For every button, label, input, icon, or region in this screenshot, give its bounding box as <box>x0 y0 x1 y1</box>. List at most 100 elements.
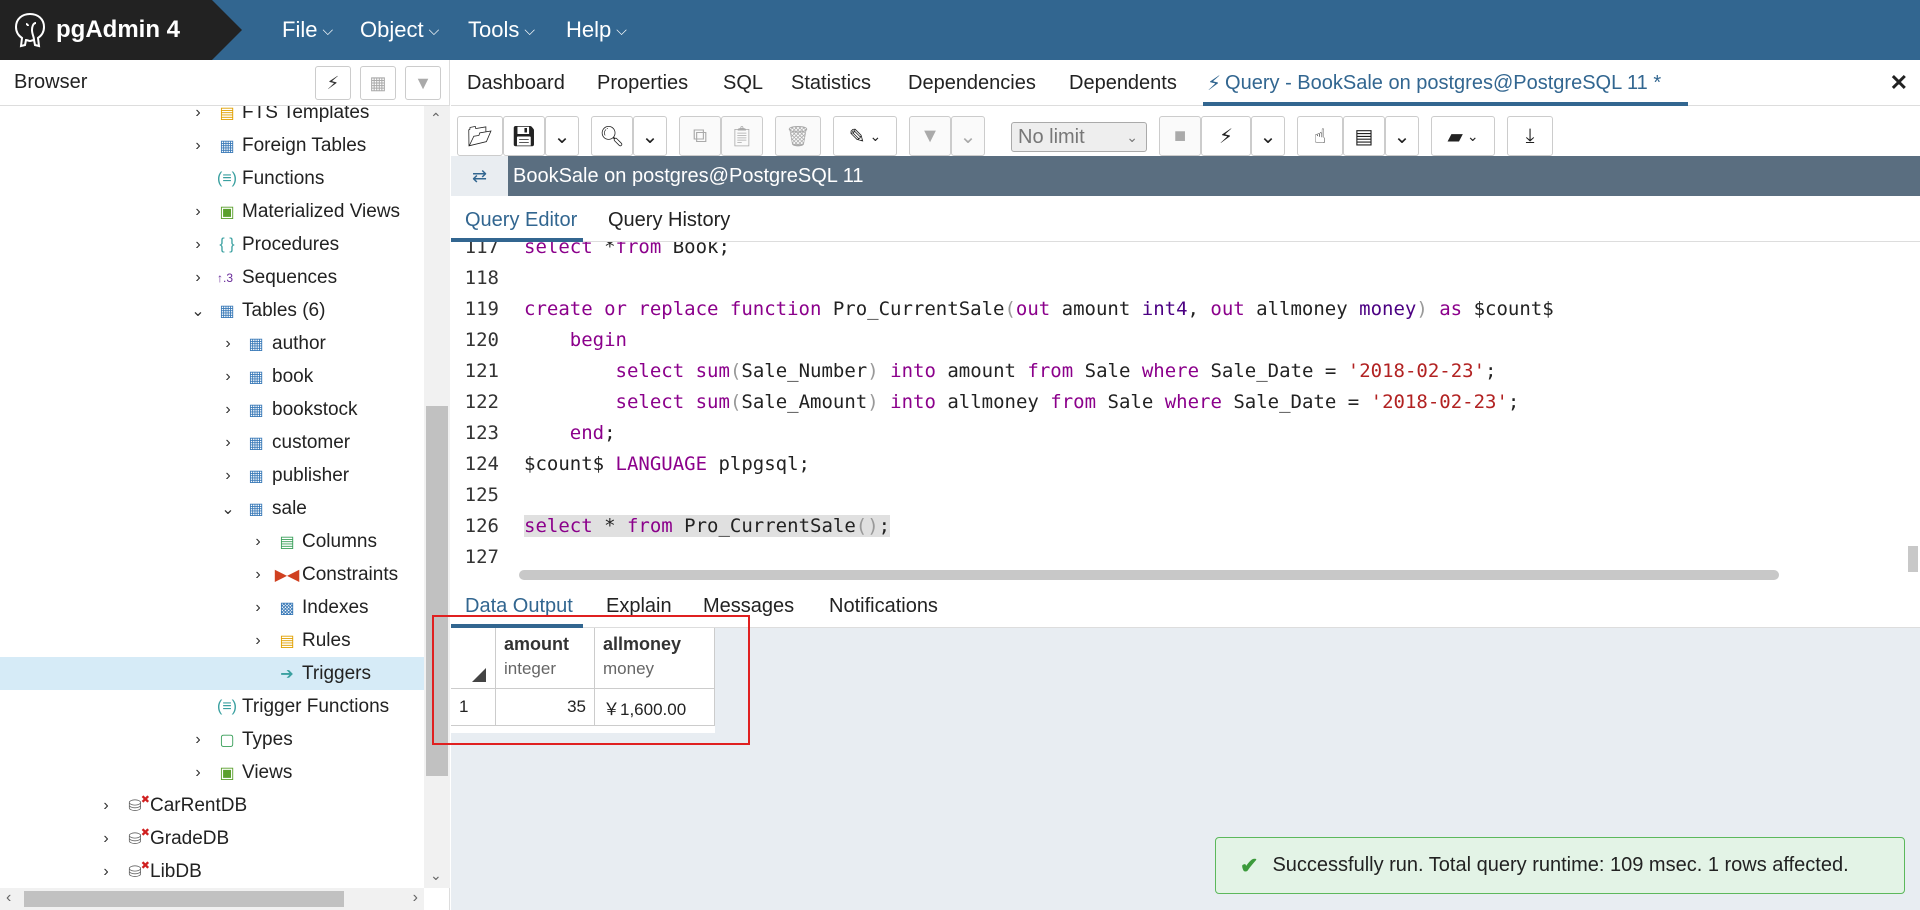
tab-dependents[interactable]: Dependents <box>1069 60 1177 106</box>
tab-query[interactable]: ⚡︎ Query - BookSale on postgres@PostgreSQ… <box>1207 60 1661 106</box>
tree-node[interactable]: › { } Procedures <box>0 228 424 261</box>
chevron-right-icon[interactable]: › <box>98 797 114 815</box>
chevron-right-icon[interactable]: › <box>190 106 206 122</box>
tree-node[interactable]: › ⛁ ✖ GradeDB <box>0 822 424 855</box>
tab-query-history[interactable]: Query History <box>608 198 730 242</box>
chevron-right-icon[interactable]: › <box>190 269 206 287</box>
code-line: $count$ LANGUAGE plpgsql; <box>524 453 810 475</box>
tab-statistics[interactable]: Statistics <box>791 60 871 106</box>
sql-editor[interactable]: 117 select *from Book; 118 119 create or… <box>451 242 1920 582</box>
chevron-right-icon[interactable]: › <box>250 533 266 551</box>
chevron-right-icon[interactable]: › <box>220 368 236 386</box>
chevron-down-icon: ⌄ <box>553 125 571 148</box>
connection-status-icon[interactable]: ⇄ <box>451 156 508 196</box>
execute-dropdown-button[interactable]: ⌄ <box>1251 116 1285 156</box>
tree-node[interactable]: › ▦ author <box>0 327 424 360</box>
chevron-right-icon[interactable]: › <box>190 236 206 254</box>
tab-query-editor[interactable]: Query Editor <box>465 198 577 242</box>
chevron-right-icon[interactable]: › <box>220 335 236 353</box>
tree-node[interactable]: › ▦ publisher <box>0 459 424 492</box>
explain-button[interactable]: ☝︎ <box>1297 116 1343 156</box>
tree-node[interactable]: ⌄ ▦ sale <box>0 492 424 525</box>
menu-help[interactable]: Help ⌵ <box>566 0 627 60</box>
tree-node[interactable]: › ▢ Types <box>0 723 424 756</box>
chevron-right-icon[interactable]: › <box>98 830 114 848</box>
chevron-right-icon[interactable]: › <box>190 764 206 782</box>
tree-node[interactable]: › ▶◀ Constraints <box>0 558 424 591</box>
edit-button[interactable]: ✎ ⌄ <box>833 116 897 156</box>
rules-icon: ▤ <box>279 632 295 650</box>
tree-node[interactable]: › ⛁ ✖ LibDB <box>0 855 424 888</box>
chevron-down-icon[interactable]: ⌄ <box>220 499 236 519</box>
chevron-right-icon[interactable]: › <box>190 137 206 155</box>
query-tool-button[interactable]: ⚡︎ <box>315 66 351 100</box>
find-dropdown-button[interactable]: ⌄ <box>633 116 667 156</box>
chevron-right-icon[interactable]: › <box>190 731 206 749</box>
scroll-right-icon[interactable]: › <box>413 889 418 907</box>
tab-notifications[interactable]: Notifications <box>829 584 938 628</box>
execute-button[interactable]: ⚡︎ <box>1201 116 1251 156</box>
tab-dependencies[interactable]: Dependencies <box>908 60 1036 106</box>
row-limit-select[interactable]: No limit ⌄ <box>1011 122 1147 152</box>
tree-node[interactable]: › ▤ Rules <box>0 624 424 657</box>
view-data-button[interactable]: ▦ <box>360 66 396 100</box>
editor-horizontal-scrollbar[interactable] <box>519 570 1779 580</box>
tree-node[interactable]: › ▣ Views <box>0 756 424 789</box>
tree-horizontal-scrollbar[interactable]: ‹ › <box>0 888 424 910</box>
tree-node[interactable]: › ↑.3 Sequences <box>0 261 424 294</box>
close-icon[interactable]: ✕ <box>1890 70 1908 96</box>
delete-button[interactable]: 🗑︎ <box>775 116 821 156</box>
clear-button[interactable]: ▰ ⌄ <box>1431 116 1495 156</box>
line-number: 126 <box>464 515 499 537</box>
filter-button[interactable]: ▼ <box>405 66 441 100</box>
scroll-down-icon[interactable]: ⌄ <box>430 867 442 884</box>
editor-vertical-scrollbar[interactable] <box>1908 546 1918 572</box>
tree-node[interactable]: › ⛁ ✖ CarRentDB <box>0 789 424 822</box>
stop-button[interactable]: ■ <box>1159 116 1201 156</box>
tree-node[interactable]: › ▣ Materialized Views <box>0 195 424 228</box>
chevron-down-icon[interactable]: ⌄ <box>190 301 206 321</box>
tree-node[interactable]: › ▦ Foreign Tables <box>0 129 424 162</box>
scroll-up-icon[interactable]: ⌃ <box>430 110 442 127</box>
paste-button[interactable]: 📋︎ <box>721 116 763 156</box>
scrollbar-thumb[interactable] <box>24 891 344 907</box>
tree-node[interactable]: › ▩ Indexes <box>0 591 424 624</box>
explain-analyze-button[interactable]: ▤ <box>1343 116 1385 156</box>
tree-node[interactable]: › ▤ Columns <box>0 525 424 558</box>
chevron-right-icon[interactable]: › <box>98 863 114 881</box>
tree-node[interactable]: › ▦ bookstock <box>0 393 424 426</box>
tab-properties[interactable]: Properties <box>597 60 688 106</box>
tree-vertical-scrollbar[interactable]: ⌃ ⌄ <box>424 106 450 888</box>
save-dropdown-button[interactable]: ⌄ <box>545 116 579 156</box>
chevron-right-icon[interactable]: › <box>250 632 266 650</box>
chevron-right-icon[interactable]: › <box>220 434 236 452</box>
tree-node[interactable]: (≡) Functions <box>0 162 424 195</box>
tree-node-selected[interactable]: ➔ Triggers <box>0 657 424 690</box>
find-button[interactable]: 🔍︎ <box>591 116 633 156</box>
app-title: pgAdmin 4 <box>56 16 180 43</box>
chevron-right-icon[interactable]: › <box>250 566 266 584</box>
menu-file[interactable]: File ⌵ <box>282 0 333 60</box>
filter-dropdown-button[interactable]: ⌄ <box>951 116 985 156</box>
chevron-right-icon[interactable]: › <box>250 599 266 617</box>
chevron-right-icon[interactable]: › <box>190 203 206 221</box>
tree-node-label: Rules <box>302 629 351 651</box>
tree-node[interactable]: › ▤ FTS Templates <box>0 106 424 129</box>
tab-sql[interactable]: SQL <box>723 60 763 106</box>
scroll-left-icon[interactable]: ‹ <box>6 889 11 907</box>
copy-button[interactable]: ⧉ <box>679 116 721 156</box>
chevron-right-icon[interactable]: › <box>220 401 236 419</box>
open-file-button[interactable]: 📂︎ <box>457 116 503 156</box>
filter-button[interactable]: ▼ <box>909 116 951 156</box>
save-file-button[interactable]: 💾︎ <box>503 116 545 156</box>
tree-node[interactable]: › ▦ book <box>0 360 424 393</box>
chevron-right-icon[interactable]: › <box>220 467 236 485</box>
tree-node[interactable]: ⌄ ▦ Tables (6) <box>0 294 424 327</box>
tab-dashboard[interactable]: Dashboard <box>467 60 565 106</box>
tree-node[interactable]: (≡) Trigger Functions <box>0 690 424 723</box>
download-button[interactable]: ⤓ <box>1507 116 1553 156</box>
menu-object[interactable]: Object ⌵ <box>360 0 439 60</box>
menu-tools[interactable]: Tools ⌵ <box>468 0 535 60</box>
explain-dropdown-button[interactable]: ⌄ <box>1385 116 1419 156</box>
tree-node[interactable]: › ▦ customer <box>0 426 424 459</box>
